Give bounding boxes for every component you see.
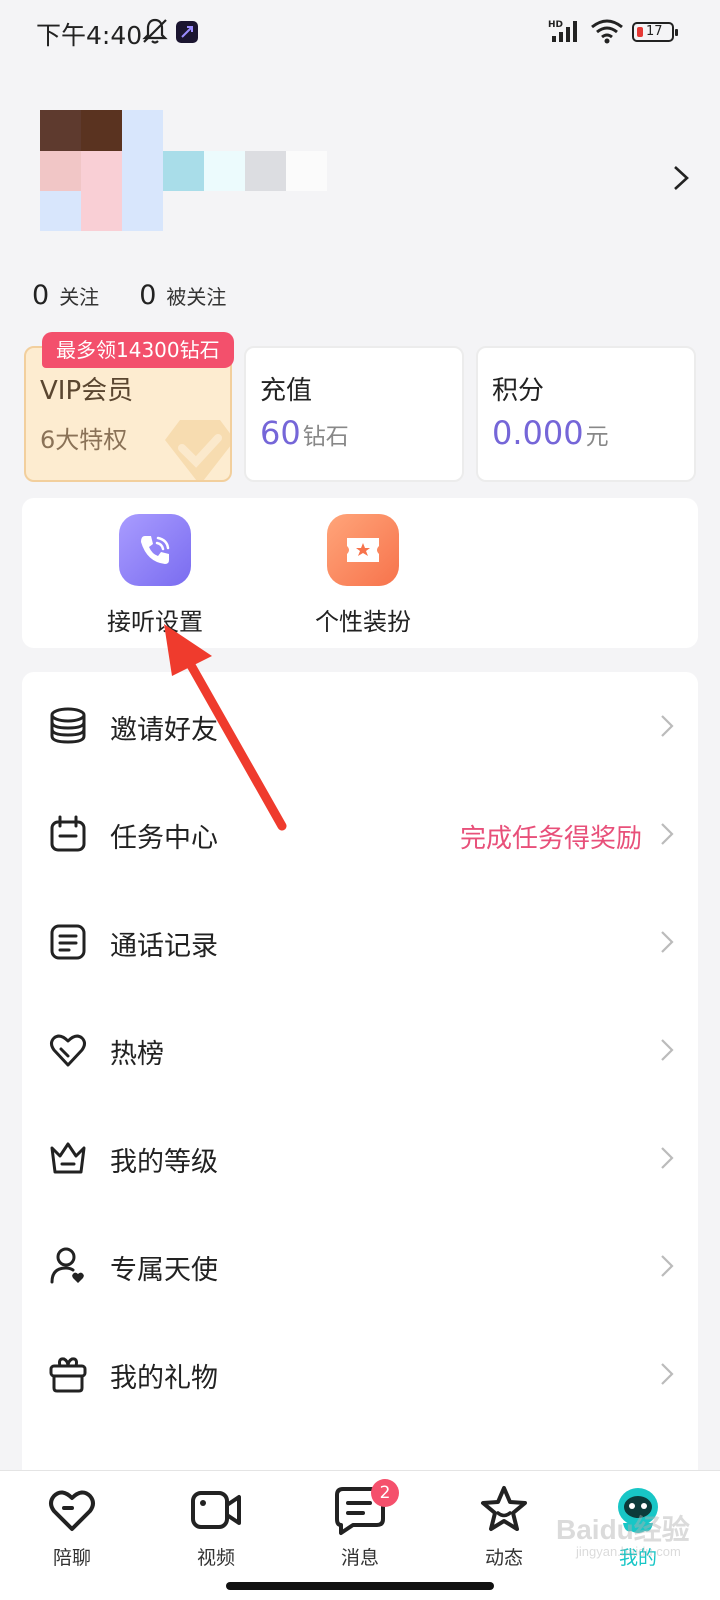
menu-item-my-level[interactable]: 我的等级	[22, 1104, 698, 1212]
vip-title: VIP会员	[40, 376, 134, 406]
message-icon: 2	[333, 1479, 399, 1537]
vip-subtitle: 6大特权	[40, 426, 128, 454]
following-label[interactable]: 关注	[59, 281, 99, 310]
chevron-right-icon	[661, 823, 674, 845]
chevron-right-icon	[661, 715, 674, 737]
vip-promo-badge: 最多领14300钻石	[42, 332, 234, 368]
answer-settings-button[interactable]: 接听设置	[70, 508, 240, 637]
vip-badge-decoration-icon	[165, 420, 230, 480]
menu-label: 通话记录	[110, 931, 218, 962]
crown-icon	[50, 1142, 86, 1174]
annotation-arrow-icon	[164, 624, 287, 831]
menu-label: 专属天使	[110, 1255, 218, 1286]
avatar-pixel	[122, 191, 163, 231]
video-camera-icon	[189, 1483, 243, 1537]
points-card[interactable]: 积分 0.000 元	[476, 346, 696, 482]
nav-label: 视频	[196, 1547, 235, 1569]
wifi-icon	[591, 19, 623, 44]
menu-label: 热榜	[110, 1039, 164, 1070]
points-title: 积分	[492, 376, 545, 406]
nav-messages[interactable]: 2 消息	[310, 1479, 410, 1570]
menu-item-my-gifts[interactable]: 我的礼物	[22, 1320, 698, 1428]
recharge-title: 充值	[260, 376, 313, 406]
phone-call-icon	[119, 514, 191, 586]
battery-icon: 17	[632, 22, 678, 42]
points-unit: 元	[585, 424, 609, 450]
app-notification-icon	[176, 21, 198, 43]
menu-item-task-center[interactable]: 任务中心 完成任务得奖励	[22, 780, 698, 888]
menu-item-exclusive-angel[interactable]: 专属天使	[22, 1212, 698, 1320]
avatar-pixel	[81, 191, 122, 231]
avatar-pixel	[122, 151, 163, 191]
user-heart-icon	[50, 1247, 84, 1284]
dress-up-ticket-icon	[327, 514, 399, 586]
avatar-pixel	[81, 110, 122, 151]
heart-outline-icon	[50, 1034, 86, 1067]
chevron-right-icon	[661, 1363, 674, 1385]
network-label: HD	[548, 20, 563, 30]
menu-list: 邀请好友 任务中心 完成任务得奖励 通话记录 热榜 我的等级 专属天使 我的礼物	[22, 672, 698, 1472]
avatar-pixel	[40, 110, 81, 151]
nav-moments[interactable]: 动态	[454, 1483, 554, 1570]
nav-label: 消息	[340, 1547, 379, 1569]
menu-label: 我的等级	[110, 1147, 218, 1178]
avatar[interactable]	[40, 110, 330, 236]
followers-count[interactable]: 0	[139, 280, 156, 311]
username-pixel	[204, 151, 245, 191]
quick-actions-panel: 接听设置 个性装扮	[22, 498, 698, 648]
recharge-unit: 钻石	[302, 424, 349, 450]
following-count[interactable]: 0	[32, 280, 49, 311]
unread-badge: 2	[371, 1479, 399, 1507]
menu-item-call-records[interactable]: 通话记录	[22, 888, 698, 996]
avatar-pixel	[122, 110, 163, 151]
chevron-right-icon	[661, 1255, 674, 1277]
avatar-pixel	[81, 151, 122, 191]
dress-up-label: 个性装扮	[315, 608, 411, 636]
profile-chevron-right-icon[interactable]	[670, 165, 692, 191]
watermark-text: Baidu经验	[556, 1514, 690, 1545]
battery-fill	[637, 27, 643, 37]
avatar-pixel	[40, 151, 81, 191]
heart-icon	[45, 1483, 99, 1537]
menu-label: 我的礼物	[110, 1363, 218, 1394]
username-pixel	[245, 151, 286, 191]
watermark-url: jingyan.baidu.com	[576, 1544, 681, 1559]
nav-chat-companion[interactable]: 陪聊	[22, 1483, 122, 1570]
signal-icon: HD	[548, 20, 577, 42]
coins-stack-icon	[50, 707, 86, 744]
nav-label: 动态	[484, 1547, 523, 1569]
bell-muted-icon	[142, 18, 168, 44]
battery-level: 17	[646, 24, 663, 39]
menu-item-invite-friends[interactable]: 邀请好友	[22, 672, 698, 780]
status-bar: 下午4:40 HD 17	[0, 0, 720, 64]
calendar-icon	[50, 815, 86, 852]
chevron-right-icon	[661, 1039, 674, 1061]
status-time: 下午4:40	[36, 21, 143, 50]
document-lines-icon	[50, 924, 86, 960]
username-pixel	[163, 151, 204, 191]
avatar-pixel	[40, 191, 81, 231]
points-balance: 0.000 元	[492, 414, 609, 452]
chevron-right-icon	[661, 1147, 674, 1169]
chevron-right-icon	[661, 931, 674, 953]
menu-item-hot-list[interactable]: 热榜	[22, 996, 698, 1104]
task-reward-hint: 完成任务得奖励	[459, 824, 642, 854]
gift-box-icon	[49, 1357, 87, 1393]
star-icon	[477, 1483, 531, 1537]
nav-video[interactable]: 视频	[166, 1483, 266, 1570]
watermark: Baidu经验 jingyan.baidu.com	[556, 1508, 706, 1568]
points-value: 0.000	[492, 414, 584, 452]
followers-label[interactable]: 被关注	[166, 281, 226, 310]
dress-up-button[interactable]: 个性装扮	[278, 508, 448, 637]
nav-label: 陪聊	[52, 1547, 91, 1569]
recharge-card[interactable]: 充值 60 钻石	[244, 346, 464, 482]
follow-stats: 0 关注 0 被关注	[32, 280, 266, 311]
username-pixel	[286, 151, 327, 191]
recharge-balance: 60 钻石	[260, 414, 349, 452]
home-indicator[interactable]	[226, 1582, 494, 1590]
recharge-value: 60	[260, 414, 301, 452]
